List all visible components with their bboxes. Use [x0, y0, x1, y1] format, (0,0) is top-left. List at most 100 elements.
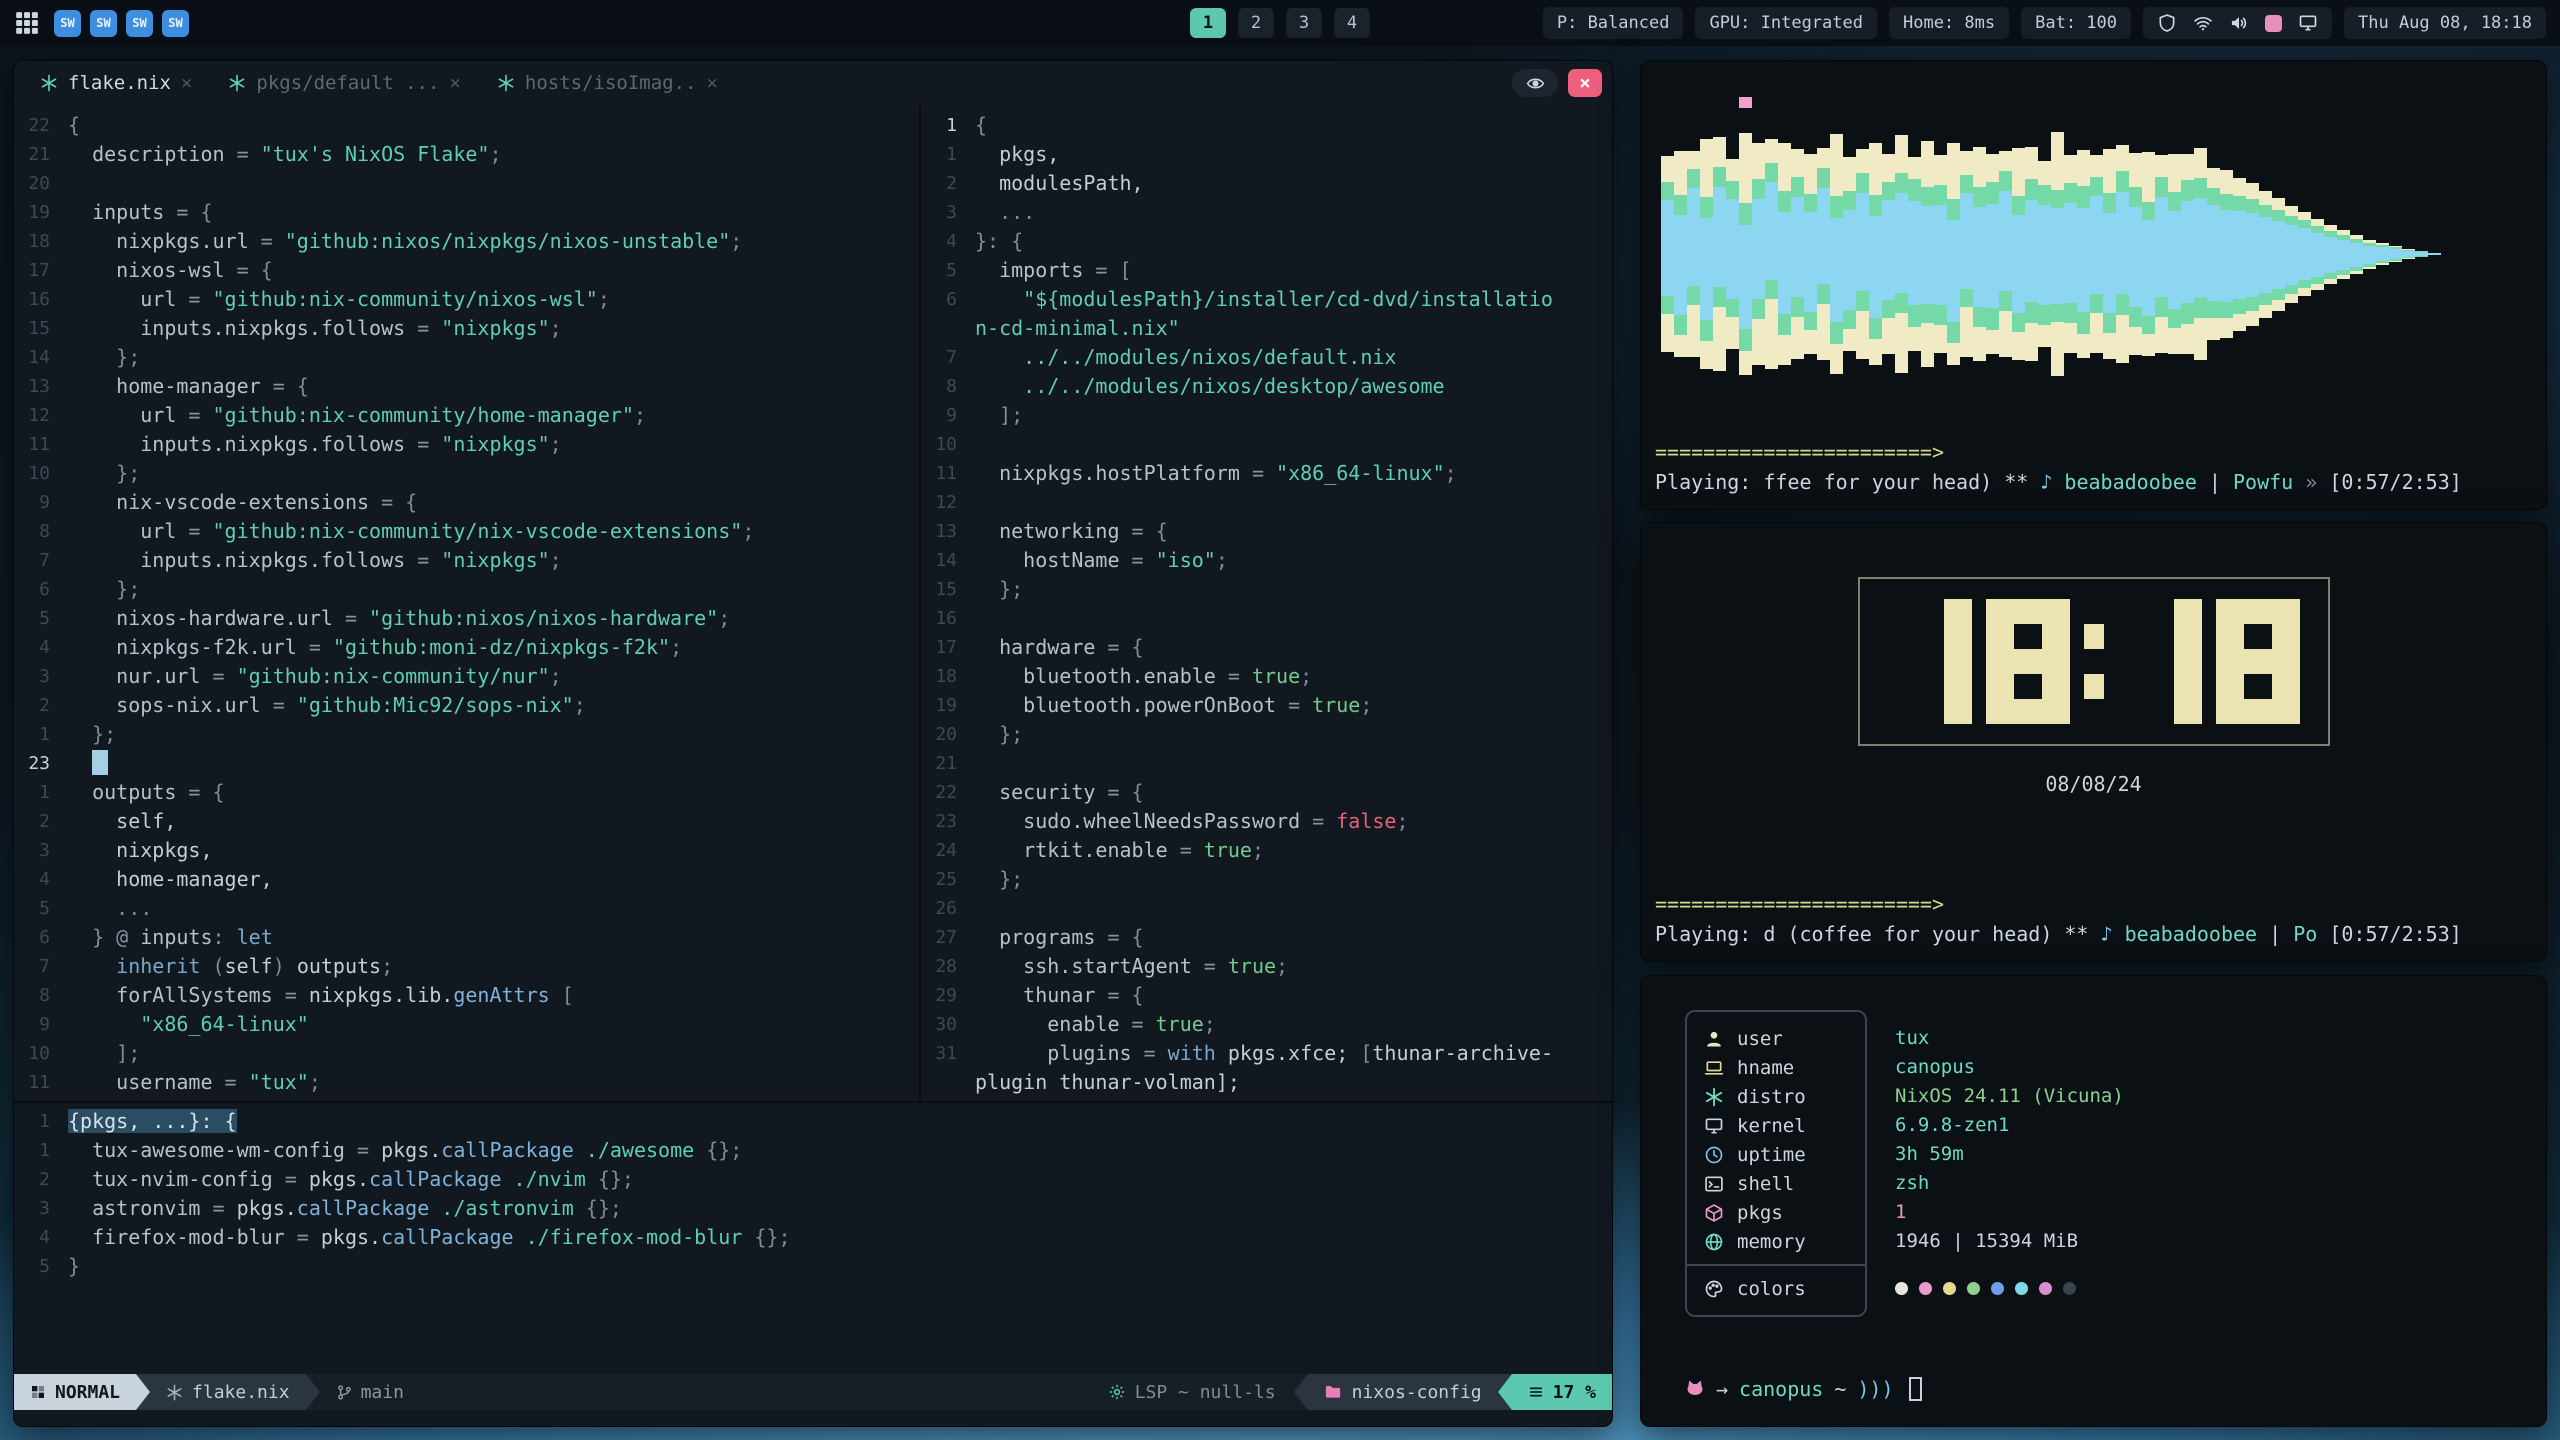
track-progress: =======================> — [1655, 437, 2532, 467]
code-line: 19 inputs = { — [14, 198, 919, 227]
clock-window[interactable]: 08/08/24 =======================> Playin… — [1640, 522, 2547, 962]
nix-snowflake-icon — [497, 74, 515, 92]
music-visualizer-window[interactable]: =======================> Playing: ffee f… — [1640, 60, 2547, 510]
code-line: 15 }; — [921, 575, 1612, 604]
window-close-button[interactable]: × — [1568, 69, 1602, 97]
project-name: nixos-config — [1352, 1382, 1482, 1403]
color-dot — [1895, 1282, 1908, 1295]
code-line: 3 ... — [921, 198, 1612, 227]
tab-pkgs-default-[interactable]: pkgs/default ...× — [210, 61, 478, 105]
code-line: 15 inputs.nixpkgs.follows = "nixpkgs"; — [14, 314, 919, 343]
code-line: 17 nixos-wsl = { — [14, 256, 919, 285]
code-line: 9 ]; — [921, 401, 1612, 430]
code-line: 9 "x86_64-linux" — [14, 1010, 919, 1039]
code-line: 2 self, — [14, 807, 919, 836]
code-line: 4}: { — [921, 227, 1612, 256]
code-line: 6 "${modulesPath}/installer/cd-dvd/insta… — [921, 285, 1612, 314]
tab-close-icon[interactable]: × — [181, 72, 192, 94]
code-line: 13 networking = { — [921, 517, 1612, 546]
workspace-button-1[interactable]: 1 — [1190, 8, 1226, 38]
code-line: 18 nixpkgs.url = "github:nixos/nixpkgs/n… — [14, 227, 919, 256]
fetch-label: shell — [1737, 1173, 1794, 1195]
clock-digit-8 — [2216, 599, 2300, 724]
workspace-button-4[interactable]: 4 — [1334, 8, 1370, 38]
code-line: 7 inputs.nixpkgs.follows = "nixpkgs"; — [14, 546, 919, 575]
app-launcher-icon[interactable] — [14, 10, 40, 36]
globe-icon — [1704, 1232, 1724, 1252]
tag-button-2[interactable]: SW — [90, 10, 117, 37]
fetch-row-pkgs: pkgs — [1687, 1198, 1865, 1227]
iso-image-pane[interactable]: 1{1 pkgs,2 modulesPath,3 ...4}: {5 impor… — [921, 105, 1612, 1101]
tag-button-3[interactable]: SW — [126, 10, 153, 37]
code-line: 6 }; — [14, 575, 919, 604]
code-line: 22 security = { — [921, 778, 1612, 807]
code-line: 1 pkgs, — [921, 140, 1612, 169]
fetch-value-hname: canopus — [1895, 1053, 2124, 1082]
code-line: 1{pkgs, ...}: { — [14, 1107, 1612, 1136]
color-dot — [1967, 1282, 1980, 1295]
fetch-label: distro — [1737, 1086, 1806, 1108]
code-line: 2 modulesPath, — [921, 169, 1612, 198]
fetch-separator — [1687, 1264, 1865, 1266]
code-line: 3 astronvim = pkgs.callPackage ./astronv… — [14, 1194, 1612, 1223]
lsp-segment: LSP ~ null-ls — [1090, 1382, 1294, 1403]
tab-flake-nix[interactable]: flake.nix× — [22, 61, 210, 105]
code-line: 8 ../../modules/nixos/desktop/awesome — [921, 372, 1612, 401]
code-line: 13 home-manager = { — [14, 372, 919, 401]
code-line: 8 forAllSystems = nixpkgs.lib.genAttrs [ — [14, 981, 919, 1010]
color-dot — [1943, 1282, 1956, 1295]
powerline-separator — [1498, 1374, 1512, 1410]
shell-prompt[interactable]: → canopus ~ ))) — [1685, 1377, 2546, 1401]
window-toggle-button[interactable] — [1512, 69, 1558, 97]
code-line: 18 bluetooth.enable = true; — [921, 662, 1612, 691]
system-fetch-window[interactable]: userhnamedistrokerneluptimeshellpkgsmemo… — [1640, 975, 2547, 1427]
pkgs-default-pane[interactable]: 1{pkgs, ...}: {1 tux-awesome-wm-config =… — [14, 1103, 1612, 1374]
code-line: 10 }; — [14, 459, 919, 488]
now-playing: Playing: d (coffee for your head) ** ♪ b… — [1655, 919, 2532, 949]
powerline-separator — [136, 1374, 150, 1410]
workspace-button-3[interactable]: 3 — [1286, 8, 1322, 38]
code-line: 20 — [14, 169, 919, 198]
close-icon: × — [1579, 72, 1590, 94]
code-line: 12 — [921, 488, 1612, 517]
file-name: flake.nix — [192, 1382, 290, 1403]
neovim-window[interactable]: flake.nix×pkgs/default ...×hosts/isoImag… — [13, 60, 1613, 1427]
snowflake-icon — [1704, 1087, 1724, 1107]
code-line: 20 }; — [921, 720, 1612, 749]
code-line: 30 enable = true; — [921, 1010, 1612, 1039]
code-line: 3 nur.url = "github:nix-community/nur"; — [14, 662, 919, 691]
tab-hosts-isoimag-[interactable]: hosts/isoImag..× — [479, 61, 736, 105]
tag-button-4[interactable]: SW — [162, 10, 189, 37]
terminal-icon — [1704, 1174, 1724, 1194]
color-dot — [2015, 1282, 2028, 1295]
tty-clock — [1858, 577, 2330, 746]
folder-icon — [1324, 1383, 1342, 1401]
color-dot — [1919, 1282, 1932, 1295]
fetch-label: pkgs — [1737, 1202, 1783, 1224]
code-line: 6 } @ inputs: let — [14, 923, 919, 952]
nix-snowflake-icon — [40, 74, 58, 92]
color-dot — [1991, 1282, 2004, 1295]
lsp-status: LSP ~ null-ls — [1135, 1382, 1276, 1403]
package-icon — [1704, 1203, 1724, 1223]
code-line: 17 hardware = { — [921, 633, 1612, 662]
system-tray — [2143, 7, 2332, 39]
code-line: 5 imports = [ — [921, 256, 1612, 285]
git-branch-icon — [336, 1384, 353, 1401]
code-line: 3 nixpkgs, — [14, 836, 919, 865]
fetch-row-memory: memory — [1687, 1227, 1865, 1256]
flake-nix-pane[interactable]: 22{21 description = "tux's NixOS Flake";… — [14, 105, 919, 1101]
code-line: 7 ../../modules/nixos/default.nix — [921, 343, 1612, 372]
tag-button-1[interactable]: SW — [54, 10, 81, 37]
status-bar: SWSWSWSW 1234 P: BalancedGPU: Integrated… — [0, 0, 2560, 46]
workspace-button-2[interactable]: 2 — [1238, 8, 1274, 38]
powerline-separator — [1294, 1374, 1308, 1410]
code-line: 2 tux-nvim-config = pkgs.callPackage ./n… — [14, 1165, 1612, 1194]
tab-close-icon[interactable]: × — [449, 72, 460, 94]
clock-text: Thu Aug 08, 18:18 — [2358, 13, 2532, 33]
monitor-icon — [2298, 13, 2318, 33]
fetch-row-user: user — [1687, 1024, 1865, 1053]
terminal-cursor — [1909, 1377, 1922, 1401]
code-line: 10 ]; — [14, 1039, 919, 1068]
tab-close-icon[interactable]: × — [706, 72, 717, 94]
